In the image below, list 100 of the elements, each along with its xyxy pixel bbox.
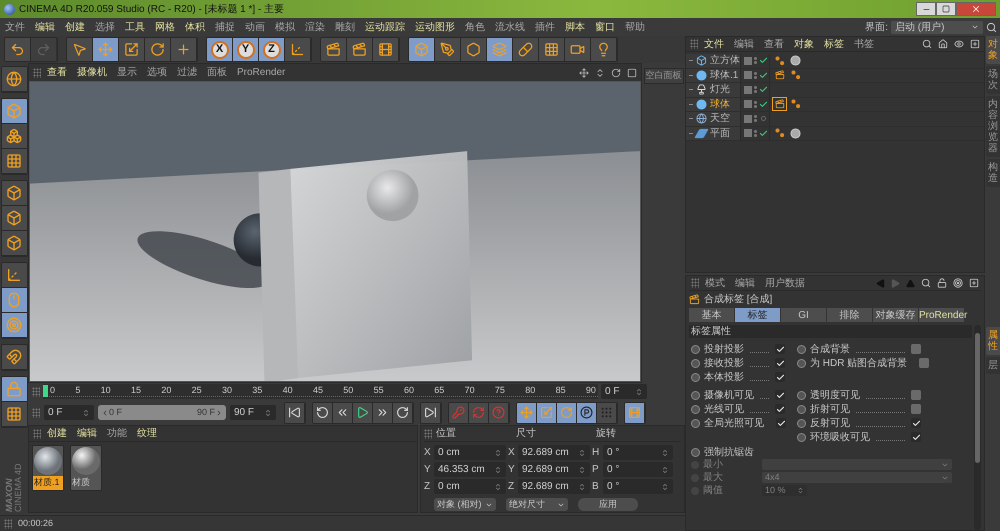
checkbox[interactable] [776,418,786,428]
compositing-tag[interactable] [773,69,786,82]
timeline-ruler[interactable]: 0 5 10 15 20 25 30 35 40 45 50 55 60 65 70 75 80 85 90 [43,384,598,399]
menu-item[interactable]: 文件 [5,20,25,34]
grid-tool-button[interactable] [2,149,26,174]
phong-tag[interactable] [789,98,802,110]
move-button[interactable] [517,402,537,422]
checkbox[interactable] [775,404,785,414]
menu-item[interactable]: 编辑 [734,36,754,52]
checkbox[interactable] [911,344,921,354]
frame-range-slider[interactable]: 0 F 90 F [98,405,226,420]
axis-tool-button[interactable] [2,263,26,288]
side-tab[interactable]: 场次 [986,66,1000,94]
menu-item[interactable]: 模式 [705,276,725,290]
visibility-dots-icon[interactable] [754,72,757,79]
start-frame-field[interactable]: 0 F [44,405,94,420]
undo-button[interactable] [5,38,31,61]
menu-item[interactable]: 网格 [155,20,175,34]
menu-item[interactable]: 显示 [117,65,137,80]
position-field[interactable]: 46.353 cm [434,462,506,477]
cube-tool-button[interactable] [2,231,26,256]
axis-button[interactable]: X [207,38,233,61]
enabled-toggle[interactable] [759,100,768,109]
film-button[interactable] [373,38,399,61]
grip-handle[interactable] [691,278,699,288]
menu-item[interactable]: 帮助 [625,20,645,34]
double-chevron-right-button[interactable] [373,402,393,422]
menu-item[interactable]: 选择 [95,20,115,34]
checkbox[interactable] [775,390,785,400]
visibility-dots-icon[interactable] [754,130,757,137]
search-icon[interactable] [986,22,997,32]
pointer-button[interactable] [67,38,93,61]
menu-item[interactable]: 插件 [535,20,555,34]
menu-item[interactable]: ProRender [237,65,286,80]
menu-item[interactable]: 创建 [47,426,67,441]
material-swatch[interactable]: 材质.1 [32,445,64,490]
menu-item[interactable]: 渲染 [305,20,325,34]
grip-handle[interactable] [32,386,40,396]
animation-radio[interactable] [797,432,806,442]
mouse-tool-button[interactable] [2,288,26,313]
dots-button[interactable] [597,402,617,422]
enabled-toggle[interactable] [759,70,768,80]
menu-item[interactable]: 动画 [245,20,265,34]
object-row[interactable]: 球体 [686,98,741,111]
size-field[interactable]: 92.689 cm [518,462,590,477]
material-swatch[interactable]: 材质 [70,445,102,490]
animation-radio[interactable] [691,390,700,400]
question-button[interactable] [489,402,509,422]
menu-item[interactable]: 查看 [47,65,67,80]
p-circle-button[interactable] [577,402,597,422]
menu-item[interactable]: 编辑 [35,20,55,34]
video-camera-button[interactable] [565,38,591,61]
attribute-tab[interactable]: 基本 [689,308,734,322]
axis-button[interactable]: Y [233,38,259,61]
animation-radio[interactable] [691,372,700,382]
clapperboard-button[interactable] [321,38,347,61]
maximize-button[interactable] [936,2,956,16]
checkbox[interactable] [911,432,921,442]
key-button[interactable] [449,402,469,422]
position-field[interactable]: 0 cm [434,445,506,460]
rotation-field[interactable]: 0 ° [603,462,673,477]
animation-radio[interactable] [797,418,806,428]
move-button[interactable] [93,38,119,61]
blank-panel-button[interactable]: 空白面板 [644,68,684,84]
search-icon[interactable] [921,278,931,288]
rotate-button[interactable] [145,38,171,61]
window-icon[interactable] [627,68,637,78]
phong-tag[interactable] [773,54,786,67]
pill-button[interactable] [513,38,539,61]
menu-item[interactable]: 窗口 [595,20,615,34]
checkbox[interactable] [775,358,785,368]
menu-item[interactable]: 编辑 [735,276,755,290]
layout-dropdown[interactable]: 启动 (用户) [891,20,983,34]
add-icon[interactable] [969,278,979,288]
side-tab[interactable]: 构造 [986,159,1000,187]
coordinate-mode-dropdown[interactable]: 对象 (相对) [434,498,496,511]
menu-item[interactable]: 捕捉 [215,20,235,34]
menu-item[interactable]: 纹理 [137,426,157,441]
add-icon[interactable] [970,39,980,49]
menu-item[interactable]: 体积 [185,20,205,34]
target-icon[interactable] [953,278,963,288]
animation-radio[interactable] [797,358,806,368]
cube-tool-button[interactable] [2,206,26,231]
checkbox[interactable] [911,390,921,400]
apply-button[interactable]: 应用 [578,498,638,511]
end-frame-field[interactable]: 90 F [230,405,276,420]
object-row[interactable]: 灯光 [686,83,741,96]
object-row[interactable]: 平面 [686,126,741,140]
phong-tag[interactable] [773,127,786,140]
side-tab[interactable]: 内容浏览器 [986,96,1000,157]
rotation-field[interactable]: 0 ° [603,445,673,460]
grip-handle[interactable] [32,408,40,418]
attribute-tab[interactable]: 排除 [827,308,872,322]
side-tab[interactable]: 层 [986,357,1000,374]
menu-item[interactable]: 雕刻 [335,20,355,34]
attribute-tab[interactable]: GI [781,308,826,322]
menu-item[interactable]: 查看 [764,36,784,52]
move-icon[interactable] [579,68,589,78]
cube-tool-button[interactable] [2,181,26,206]
animation-radio[interactable] [797,344,806,354]
